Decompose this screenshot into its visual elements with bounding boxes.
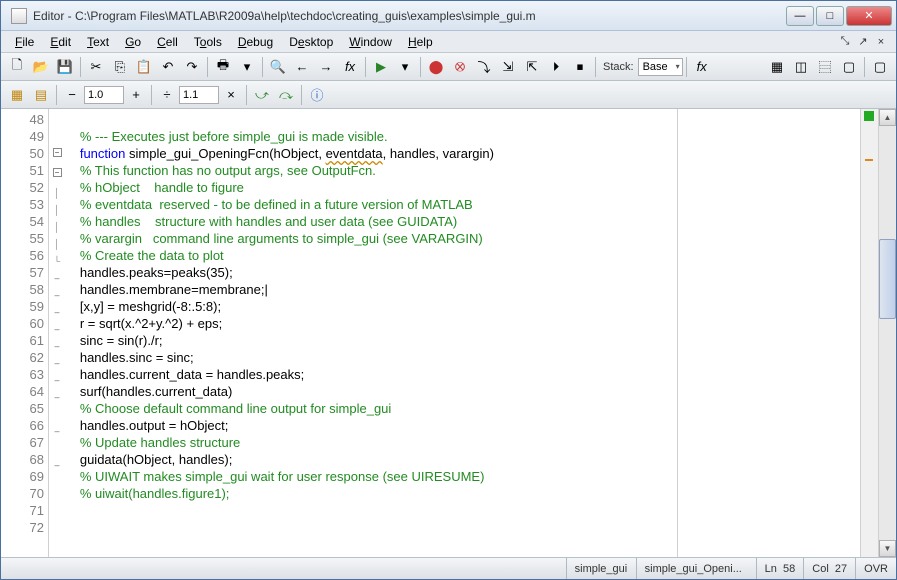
line-number-gutter[interactable]: 4849505152535455565758596061626364656667… xyxy=(1,109,49,557)
undock-button[interactable]: ↗ xyxy=(855,34,871,50)
fx-icon[interactable]: fx xyxy=(691,56,713,78)
run-menu-icon[interactable]: ▾ xyxy=(394,56,416,78)
cut-icon[interactable]: ✂ xyxy=(85,56,107,78)
run-icon[interactable]: ▶ xyxy=(370,56,392,78)
minimize-button[interactable]: — xyxy=(786,6,814,26)
stack-label: Stack: xyxy=(603,61,634,73)
copy-icon[interactable]: ⎘ xyxy=(109,56,131,78)
scroll-up-icon[interactable]: ▲ xyxy=(879,109,896,126)
continue-icon[interactable]: ⏵ xyxy=(545,56,567,78)
status-col: Col 27 xyxy=(803,558,855,579)
paste-icon[interactable]: 📋 xyxy=(133,56,155,78)
dock-button[interactable]: ⤡ xyxy=(837,34,853,50)
code-editor[interactable]: % --- Executes just before simple_gui is… xyxy=(65,109,860,557)
close-doc-button[interactable]: × xyxy=(873,34,889,50)
status-line: Ln 58 xyxy=(756,558,804,579)
minus-icon[interactable]: − xyxy=(61,84,83,106)
divide-icon[interactable]: ÷ xyxy=(156,84,178,106)
right-margin-line xyxy=(677,109,678,557)
toolbar-cell: ▦ ▤ − 1.0 + ÷ 1.1 × ⤻ ⤼ ⓘ xyxy=(1,81,896,109)
editor-window: Editor - C:\Program Files\MATLAB\R2009a\… xyxy=(0,0,897,580)
tile-1-icon[interactable]: ▦ xyxy=(766,56,788,78)
menu-go[interactable]: Go xyxy=(117,33,149,51)
single-doc-icon[interactable]: ▢ xyxy=(869,56,891,78)
redo-icon[interactable]: ↷ xyxy=(181,56,203,78)
insert-cell-icon[interactable]: ▤ xyxy=(30,84,52,106)
status-bar: simple_gui simple_gui_Openi... Ln 58 Col… xyxy=(1,557,896,579)
set-breakpoint-icon[interactable]: ⬤ xyxy=(425,56,447,78)
decrement-value[interactable]: 1.0 xyxy=(84,86,124,104)
menu-help[interactable]: Help xyxy=(400,33,441,51)
menu-edit[interactable]: Edit xyxy=(42,33,79,51)
toolbar-main: 🗋 📂 💾 ✂ ⎘ 📋 ↶ ↷ 🖶 ▾ 🔍 ← → fx ▶ ▾ ⬤ ⭙ ⤵ ⇲… xyxy=(1,53,896,81)
message-bar[interactable] xyxy=(860,109,878,557)
fx-insert-icon[interactable]: fx xyxy=(339,56,361,78)
find-icon[interactable]: 🔍 xyxy=(267,56,289,78)
multiply-value[interactable]: 1.1 xyxy=(179,86,219,104)
exit-debug-icon[interactable]: ⏹ xyxy=(569,56,591,78)
status-doc[interactable]: simple_gui xyxy=(566,558,636,579)
open-file-icon[interactable]: 📂 xyxy=(30,56,52,78)
step-out-icon[interactable]: ⇱ xyxy=(521,56,543,78)
vertical-scrollbar[interactable]: ▲ ▼ xyxy=(878,109,896,557)
plus-icon[interactable]: + xyxy=(125,84,147,106)
eval-cell-icon[interactable]: ⤻ xyxy=(251,84,273,106)
title-bar[interactable]: Editor - C:\Program Files\MATLAB\R2009a\… xyxy=(1,1,896,31)
maximize-button[interactable]: □ xyxy=(816,6,844,26)
print-icon[interactable]: 🖶 xyxy=(212,56,234,78)
menu-desktop[interactable]: Desktop xyxy=(281,33,341,51)
status-ovr[interactable]: OVR xyxy=(855,558,896,579)
code-ok-icon xyxy=(864,111,874,121)
times-icon[interactable]: × xyxy=(220,84,242,106)
menu-tools[interactable]: Tools xyxy=(186,33,230,51)
cell-mode-icon[interactable]: ▦ xyxy=(6,84,28,106)
window-title: Editor - C:\Program Files\MATLAB\R2009a\… xyxy=(33,9,784,23)
menu-cell[interactable]: Cell xyxy=(149,33,186,51)
menu-bar: File Edit Text Go Cell Tools Debug Deskt… xyxy=(1,31,896,53)
warning-marker[interactable] xyxy=(865,159,873,161)
save-icon[interactable]: 💾 xyxy=(54,56,76,78)
scroll-thumb[interactable] xyxy=(879,239,896,319)
menu-text[interactable]: Text xyxy=(79,33,117,51)
info-icon[interactable]: ⓘ xyxy=(306,84,328,106)
menu-window[interactable]: Window xyxy=(341,33,400,51)
nav-fwd-icon[interactable]: → xyxy=(315,56,337,78)
tile-4-icon[interactable]: ▢ xyxy=(838,56,860,78)
status-function[interactable]: simple_gui_Openi... xyxy=(636,558,756,579)
nav-back-icon[interactable]: ← xyxy=(291,56,313,78)
scroll-down-icon[interactable]: ▼ xyxy=(879,540,896,557)
app-icon xyxy=(11,8,27,24)
step-icon[interactable]: ⤵ xyxy=(473,56,495,78)
fold-column[interactable]: −−││││└–––––––––– xyxy=(49,109,65,557)
menu-file[interactable]: File xyxy=(7,33,42,51)
editor-area: 4849505152535455565758596061626364656667… xyxy=(1,109,896,557)
new-file-icon[interactable]: 🗋 xyxy=(6,56,28,78)
clear-breakpoint-icon[interactable]: ⭙ xyxy=(449,56,471,78)
print-preview-icon[interactable]: ▾ xyxy=(236,56,258,78)
eval-advance-icon[interactable]: ⤼ xyxy=(275,84,297,106)
menu-debug[interactable]: Debug xyxy=(230,33,281,51)
step-in-icon[interactable]: ⇲ xyxy=(497,56,519,78)
tile-3-icon[interactable]: ⿳ xyxy=(814,56,836,78)
tile-2-icon[interactable]: ◫ xyxy=(790,56,812,78)
undo-icon[interactable]: ↶ xyxy=(157,56,179,78)
close-button[interactable]: ✕ xyxy=(846,6,892,26)
stack-combo[interactable]: Base xyxy=(638,58,683,76)
